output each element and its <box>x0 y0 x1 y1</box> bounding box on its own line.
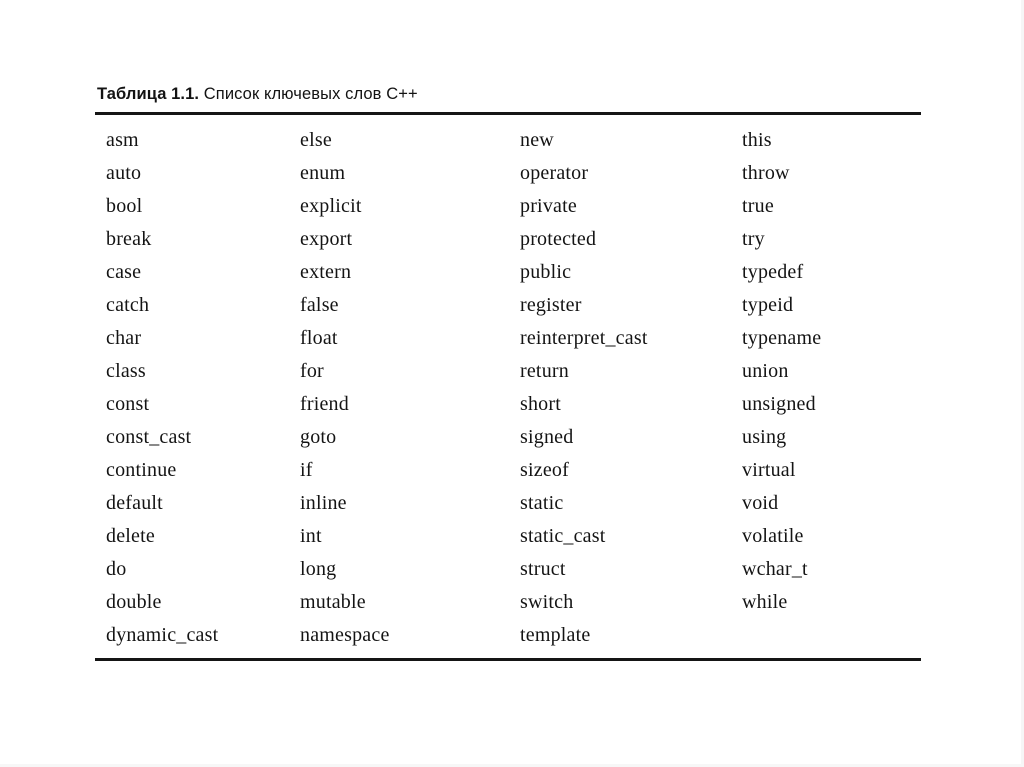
keyword-grid: asm auto bool break case catch char clas… <box>95 115 921 658</box>
keyword-column-2: else enum explicit export extern false f… <box>289 124 509 652</box>
keyword-cell: switch <box>520 591 574 613</box>
keyword-cell: const_cast <box>106 426 192 448</box>
keyword-cell: friend <box>300 393 349 415</box>
keyword-cell: export <box>300 228 353 250</box>
keyword-cell: return <box>520 360 569 382</box>
keyword-cell: sizeof <box>520 459 569 481</box>
keyword-cell: protected <box>520 228 597 250</box>
keyword-cell: do <box>106 558 127 580</box>
keyword-cell: while <box>742 591 788 613</box>
keyword-cell: extern <box>300 261 352 283</box>
keyword-cell: case <box>106 261 142 283</box>
keyword-cell: class <box>106 360 146 382</box>
keyword-cell: throw <box>742 162 790 184</box>
keyword-cell: bool <box>106 195 143 217</box>
keyword-cell: unsigned <box>742 393 816 415</box>
keyword-cell: continue <box>106 459 177 481</box>
keyword-cell: float <box>300 327 338 349</box>
keyword-cell: explicit <box>300 195 362 217</box>
keyword-cell: private <box>520 195 577 217</box>
keyword-cell: union <box>742 360 789 382</box>
keyword-column-1: asm auto bool break case catch char clas… <box>95 124 289 652</box>
keyword-cell: const <box>106 393 150 415</box>
keyword-cell: template <box>520 624 591 646</box>
keyword-cell-empty <box>731 619 921 652</box>
keyword-cell: goto <box>300 426 337 448</box>
keyword-cell: long <box>300 558 337 580</box>
keyword-table-block: Таблица 1.1. Список ключевых слов C++ as… <box>95 84 921 661</box>
keyword-cell: virtual <box>742 459 796 481</box>
keyword-cell: mutable <box>300 591 366 613</box>
keyword-cell: operator <box>520 162 589 184</box>
keyword-column-4: this throw true try typedef typeid typen… <box>731 124 921 652</box>
keyword-cell: else <box>300 129 332 151</box>
keyword-cell: double <box>106 591 162 613</box>
keyword-cell: inline <box>300 492 347 514</box>
keyword-cell: typename <box>742 327 822 349</box>
keyword-cell: dynamic_cast <box>106 624 219 646</box>
keyword-column-3: new operator private protected public re… <box>509 124 731 652</box>
keyword-cell: enum <box>300 162 346 184</box>
keyword-cell: default <box>106 492 163 514</box>
keyword-cell: register <box>520 294 582 316</box>
keyword-cell: delete <box>106 525 155 547</box>
keyword-cell: true <box>742 195 774 217</box>
table-caption: Таблица 1.1. Список ключевых слов C++ <box>97 84 921 104</box>
keyword-cell: static_cast <box>520 525 606 547</box>
keyword-cell: asm <box>106 129 139 151</box>
keyword-cell: typeid <box>742 294 794 316</box>
keyword-cell: typedef <box>742 261 804 283</box>
keyword-cell: volatile <box>742 525 804 547</box>
keyword-cell: reinterpret_cast <box>520 327 648 349</box>
keyword-cell: using <box>742 426 787 448</box>
keyword-cell: int <box>300 525 322 547</box>
keyword-cell: public <box>520 261 572 283</box>
keyword-cell: short <box>520 393 561 415</box>
keyword-cell: wchar_t <box>742 558 808 580</box>
keyword-cell: try <box>742 228 765 250</box>
keyword-cell: void <box>742 492 779 514</box>
keyword-cell: struct <box>520 558 566 580</box>
keyword-cell: new <box>520 129 554 151</box>
keyword-cell: auto <box>106 162 142 184</box>
keyword-cell: static <box>520 492 564 514</box>
table-bottom-rule <box>95 658 921 661</box>
table-caption-text: Список ключевых слов C++ <box>203 85 418 103</box>
keyword-cell: signed <box>520 426 574 448</box>
keyword-cell: this <box>742 129 772 151</box>
keyword-cell: namespace <box>300 624 390 646</box>
keyword-cell: false <box>300 294 339 316</box>
scanned-page: Таблица 1.1. Список ключевых слов C++ as… <box>0 0 1024 767</box>
keyword-cell: for <box>300 360 324 382</box>
keyword-cell: break <box>106 228 152 250</box>
table-caption-label: Таблица 1.1. <box>97 85 200 103</box>
keyword-cell: if <box>300 459 313 481</box>
keyword-cell: char <box>106 327 142 349</box>
keyword-cell: catch <box>106 294 150 316</box>
